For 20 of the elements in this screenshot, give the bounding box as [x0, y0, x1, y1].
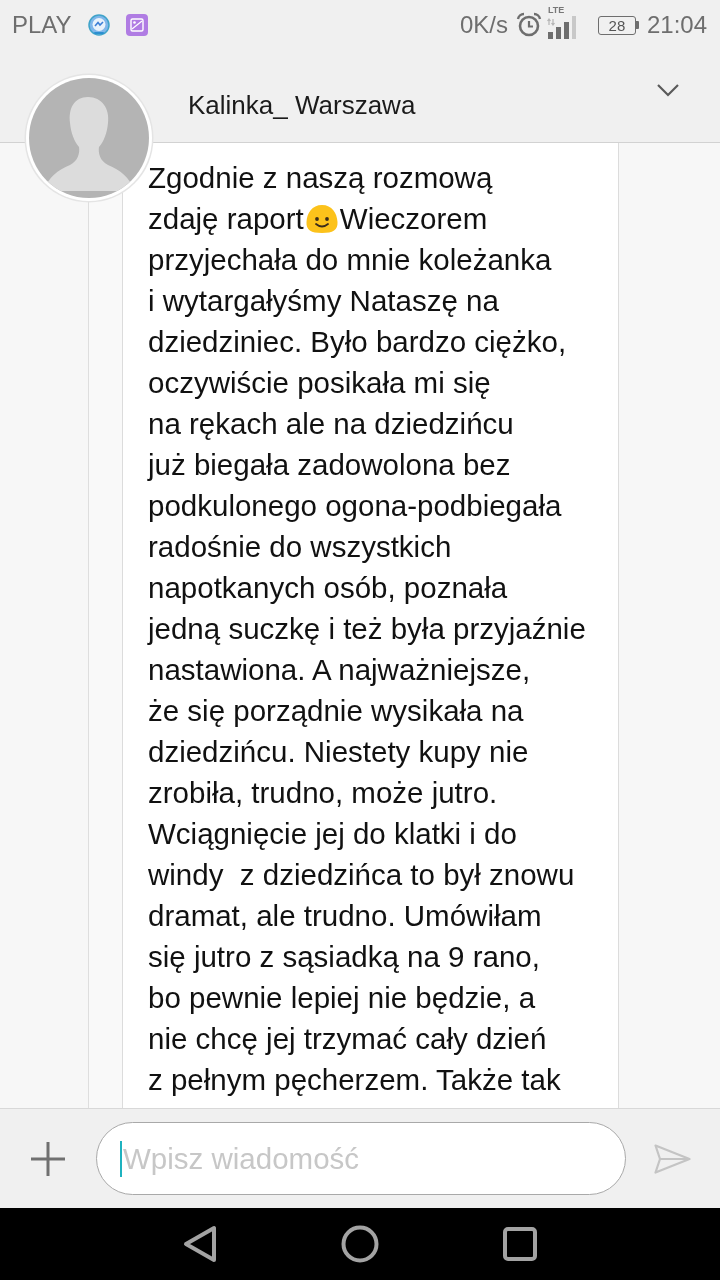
back-icon[interactable]: [182, 1225, 218, 1263]
message-text: przyjechała do mnie koleżanka i wytargałyśmy Nataszę na dziedziniec. Było bardzo ciężko, oczywiście posikała mi się na rękach ale na dziedzińcu już biegała zadowolona bez podkulonego ogona-podbiegała radośnie do wszystkich napotkanych osób, poznała jedną suczkę i też była przyjaźnie nastawiona. A najważniejsze, że się porządnie wysikała na dziedzińcu. Niestety kupy nie zrobiła, trudno, może jutro. Wciągnięcie jej do klatki i do windy z dziedzińca to był znowu dramat, ale trudno. Umówiłam się jutro z sąsiadką na 9 rano, bo pewnie lepiej nie będzie, a nie chcę jej trzymać cały dzień z pełnym pęcherzem. Także tak: [148, 242, 586, 1098]
round-notification-icon: [87, 14, 110, 36]
message-text: Zgodnie z naszą rozmową: [148, 160, 493, 196]
image-notification-icon: [125, 14, 148, 36]
carrier-label: PLAY: [12, 11, 72, 39]
contact-name: Kalinka_ Warszawa: [188, 89, 416, 122]
message-text: zdaję raport: [148, 201, 304, 237]
plus-icon[interactable]: [30, 1140, 66, 1177]
recent-apps-icon[interactable]: [503, 1227, 537, 1261]
message-text: Wieczorem: [339, 201, 488, 237]
network-type-label: LTE: [547, 5, 566, 15]
alarm-clock-icon: [515, 12, 542, 38]
battery-indicator: 28: [597, 15, 639, 35]
chevron-down-icon[interactable]: [656, 83, 680, 97]
message-input-field[interactable]: Wpisz wiadomość: [96, 1122, 626, 1195]
clock-label: 21:04: [646, 11, 707, 39]
smiley-emoji-icon: [304, 203, 339, 234]
home-icon[interactable]: [341, 1225, 379, 1263]
network-speed-label: 0K/s: [459, 11, 508, 39]
